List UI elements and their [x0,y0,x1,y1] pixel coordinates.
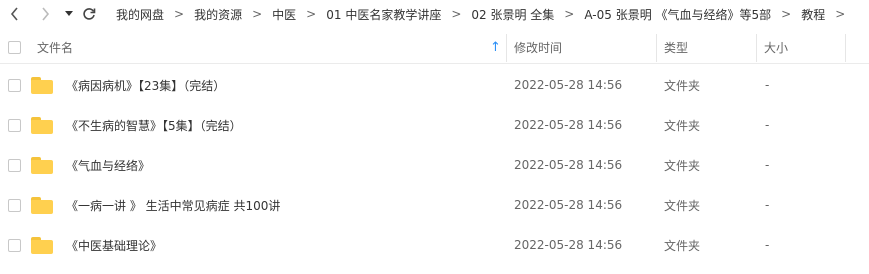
modified-time: 2022-05-28 14:56 [514,238,623,252]
sort-ascending-icon[interactable]: ↑ [490,32,501,63]
list-item[interactable]: 《中医基础理论》 2022-05-28 14:56 文件夹 - [0,225,869,265]
breadcrumb-separator: > [781,7,792,21]
breadcrumb-item[interactable]: 中医 [266,6,302,23]
modified-time: 2022-05-28 14:56 [514,158,623,172]
file-size: - [765,158,770,172]
list-item[interactable]: 《病因病机》【23集】（完结） 2022-05-28 14:56 文件夹 - [0,65,869,105]
list-item[interactable]: 《不生病的智慧》【5集】（完结） 2022-05-28 14:56 文件夹 - [0,105,869,145]
breadcrumb-item[interactable]: 教程 [795,6,831,23]
row-checkbox[interactable] [8,65,21,105]
breadcrumb-separator: > [835,7,846,21]
column-header-modified[interactable]: 修改时间 [514,32,562,63]
breadcrumb-item[interactable]: A-05 张景明 《气血与经络》等5部 [578,6,777,23]
modified-time: 2022-05-28 14:56 [514,198,623,212]
refresh-button[interactable] [80,4,98,24]
history-dropdown-button[interactable] [63,4,75,24]
file-size: - [765,78,770,92]
row-checkbox[interactable] [8,225,21,265]
column-header-size[interactable]: 大小 [764,32,788,63]
file-name[interactable]: 《病因病机》【23集】（完结） [66,65,225,105]
breadcrumb: 我的网盘 > 我的资源 > 中医 >01 中医名家教学讲座 >02 张景明 全集 > A-05 … [110,0,849,28]
file-name[interactable]: 《中医基础理论》 [66,225,162,265]
folder-icon [31,105,53,145]
modified-time: 2022-05-28 14:56 [514,78,623,92]
select-all-checkbox[interactable] [8,32,21,63]
folder-icon [31,145,53,185]
row-checkbox[interactable] [8,145,21,185]
file-type: 文件夹 [664,118,701,133]
file-name[interactable]: 《气血与经络》 [66,145,150,185]
file-name[interactable]: 《一病一讲 》 生活中常见病症 共100讲 [66,185,280,225]
breadcrumb-separator: > [174,7,185,21]
file-size: - [765,198,770,212]
breadcrumb-item[interactable]: 我的网盘 [110,6,170,23]
breadcrumb-item[interactable]: 01 中医名家教学讲座 [320,6,447,23]
list-item[interactable]: 《气血与经络》 2022-05-28 14:56 文件夹 - [0,145,869,185]
row-checkbox[interactable] [8,105,21,145]
breadcrumb-item[interactable]: 02 张景明 全集 [465,6,560,23]
refresh-icon [82,7,96,21]
caret-down-icon [65,11,73,17]
breadcrumb-item[interactable]: 我的资源 [188,6,248,23]
folder-icon [31,185,53,225]
file-type: 文件夹 [664,238,701,253]
file-size: - [765,118,770,132]
breadcrumb-separator: > [306,7,317,21]
modified-time: 2022-05-28 14:56 [514,118,623,132]
file-size: - [765,238,770,252]
column-header-type[interactable]: 类型 [664,32,688,63]
file-type: 文件夹 [664,158,701,173]
folder-icon [31,225,53,265]
chevron-left-icon [10,7,20,21]
list-item[interactable]: 《一病一讲 》 生活中常见病症 共100讲 2022-05-28 14:56 文件夹… [0,185,869,225]
file-name[interactable]: 《不生病的智慧》【5集】（完结） [66,105,242,145]
chevron-right-icon [40,7,50,21]
file-type: 文件夹 [664,198,701,213]
breadcrumb-separator: > [564,7,575,21]
navigation-bar: 我的网盘 > 我的资源 > 中医 >01 中医名家教学讲座 >02 张景明 全集 > A-05 … [0,0,869,28]
row-checkbox[interactable] [8,185,21,225]
list-header: 文件名 ↑ 修改时间 类型 大小 [0,32,869,64]
forward-button[interactable] [36,4,54,24]
folder-icon [31,65,53,105]
breadcrumb-separator: > [252,7,263,21]
column-header-name[interactable]: 文件名 [37,32,73,63]
back-button[interactable] [6,4,24,24]
file-type: 文件夹 [664,78,701,93]
breadcrumb-separator: > [451,7,462,21]
